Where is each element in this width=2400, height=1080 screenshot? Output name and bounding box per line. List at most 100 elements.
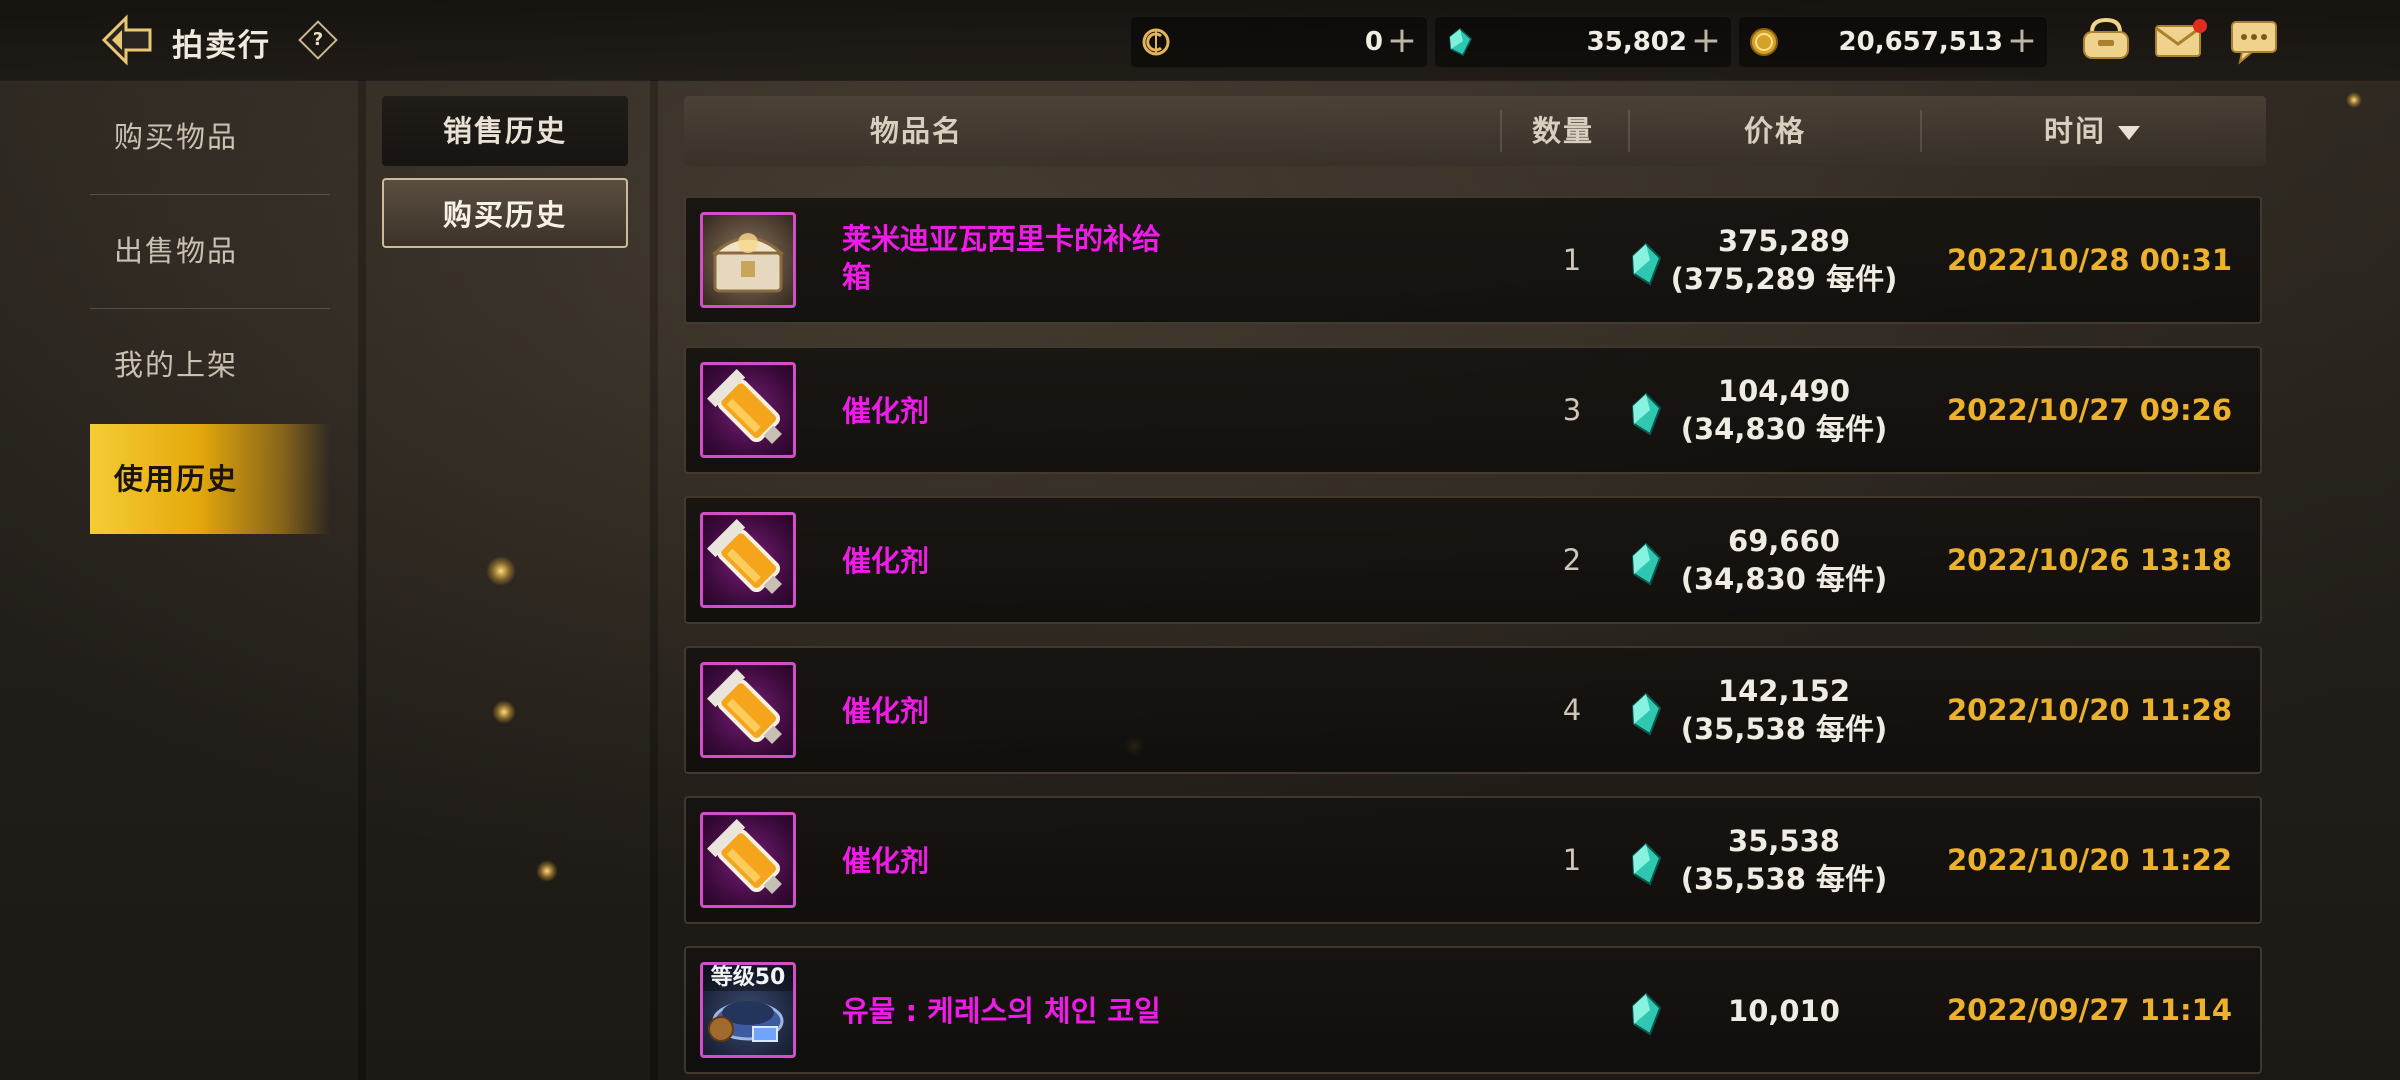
- sidebar-item-my-listings[interactable]: 我的上架: [90, 310, 330, 420]
- inventory-button[interactable]: [2076, 14, 2136, 66]
- table-row[interactable]: 等级50 유물 : 케레스의 체인 코일 10,010 2022/09/27 1…: [684, 946, 2262, 1074]
- item-name-line: 催化剂: [842, 844, 930, 878]
- column-header-price: 价格: [1744, 114, 1807, 148]
- mail-icon: [2155, 19, 2207, 57]
- price-total: 142,152: [1717, 674, 1851, 708]
- chat-button[interactable]: [2224, 14, 2284, 66]
- purchase-time: 2022/10/20 11:28: [1946, 693, 2232, 727]
- tab-purchase-history[interactable]: 购买历史: [382, 178, 628, 248]
- back-arrow-icon: [101, 14, 152, 66]
- help-icon: ?: [312, 29, 324, 50]
- column-header-time-label: 时间: [2044, 114, 2107, 148]
- gold-amount: 20,657,513: [1838, 27, 2003, 57]
- column-header-qty: 数量: [1532, 114, 1595, 148]
- table-row[interactable]: 催化剂 4 142,152 (35,538 每件) 2022/10/20 11:…: [684, 646, 2262, 774]
- sidebar-divider: [90, 194, 330, 195]
- back-button[interactable]: [100, 14, 154, 66]
- add-gold-button[interactable]: +: [2007, 21, 2037, 61]
- item-name: 催化剂: [842, 842, 1202, 880]
- mail-button[interactable]: [2150, 14, 2210, 66]
- add-coupon-button[interactable]: +: [1387, 21, 1417, 61]
- item-name-line: 莱米迪亚瓦西里卡的补给: [842, 222, 1162, 256]
- inventory-bag-icon: [2083, 17, 2129, 59]
- item-price: 375,289 (375,289 每件): [1666, 222, 1902, 298]
- sort-down-icon: [2118, 126, 2141, 140]
- sidebar-item-sell[interactable]: 出售物品: [90, 196, 330, 306]
- gem-icon: [1631, 392, 1662, 436]
- sidebar-item-buy[interactable]: 购买物品: [90, 82, 330, 192]
- gold-coin-icon: [1750, 28, 1778, 56]
- panel-divider: [650, 80, 658, 1080]
- gem-icon: [1449, 28, 1472, 57]
- price-total: 375,289: [1717, 224, 1851, 258]
- sparkle-decoration: [2346, 92, 2362, 108]
- panel-divider: [358, 80, 366, 1080]
- purchase-time: 2022/10/26 13:18: [1946, 543, 2232, 577]
- item-name-line: 催化剂: [842, 394, 930, 428]
- table-row[interactable]: 莱米迪亚瓦西里卡的补给 箱 1 375,289 (375,289 每件) 202…: [684, 196, 2262, 324]
- item-name-line: 유물 : 케레스의 체인 코일: [842, 994, 1161, 1028]
- table-row[interactable]: 催化剂 2 69,660 (34,830 每件) 2022/10/26 13:1…: [684, 496, 2262, 624]
- sidebar-item-label: 购买物品: [114, 120, 239, 154]
- gold-currency-box: 20,657,513 +: [1738, 16, 2048, 68]
- purchase-time: 2022/10/27 09:26: [1946, 393, 2232, 427]
- column-separator: [1628, 110, 1630, 152]
- sparkle-decoration: [486, 556, 516, 586]
- sparkle-decoration: [492, 700, 516, 724]
- price-total: 69,660: [1728, 524, 1840, 558]
- purchase-time: 2022/09/27 11:14: [1946, 993, 2232, 1027]
- item-price: 104,490 (34,830 每件): [1666, 372, 1902, 448]
- sparkle-decoration: [536, 860, 558, 882]
- item-name-line: 催化剂: [842, 694, 930, 728]
- help-button[interactable]: ?: [298, 20, 338, 60]
- table-row[interactable]: 催化剂 1 35,538 (35,538 每件) 2022/10/20 11:2…: [684, 796, 2262, 924]
- coupon-currency-box: 0 +: [1130, 16, 1428, 68]
- price-per-unit: (35,538 每件): [1680, 712, 1888, 746]
- column-header-time[interactable]: 时间: [2044, 96, 2141, 166]
- price-total: 35,538: [1728, 824, 1840, 858]
- chat-icon: [2231, 21, 2277, 65]
- item-price: 69,660 (34,830 每件): [1666, 522, 1902, 598]
- catalyst-vial-icon: [700, 362, 796, 458]
- item-name-line: 箱: [842, 260, 872, 294]
- gem-icon: [1631, 992, 1662, 1036]
- item-price: 35,538 (35,538 每件): [1666, 822, 1902, 898]
- gem-icon: [1631, 692, 1662, 736]
- purchase-time: 2022/10/28 00:31: [1946, 243, 2232, 277]
- table-header: 物品名 数量 价格 时间: [684, 96, 2266, 166]
- item-quantity: 3: [1562, 393, 1582, 427]
- item-quantity: 2: [1562, 543, 1582, 577]
- price-per-unit: (35,538 每件): [1680, 862, 1888, 896]
- price-per-unit: (375,289 每件): [1670, 262, 1898, 296]
- page-title: 拍卖行: [172, 28, 271, 64]
- item-quantity: 1: [1562, 843, 1582, 877]
- column-separator: [1500, 110, 1502, 152]
- level-badge: 等级50: [703, 965, 793, 991]
- item-name: 催化剂: [842, 542, 1202, 580]
- column-header-name: 物品名: [870, 114, 964, 148]
- item-name: 유물 : 케레스의 체인 코일: [842, 992, 1322, 1030]
- item-name: 催化剂: [842, 392, 1202, 430]
- price-per-unit: (34,830 每件): [1680, 562, 1888, 596]
- gem-icon: [1631, 842, 1662, 886]
- add-gem-button[interactable]: +: [1691, 21, 1721, 61]
- gem-currency-box: 35,802 +: [1434, 16, 1732, 68]
- item-price: 10,010: [1666, 992, 1902, 1030]
- sidebar-item-history[interactable]: 使用历史: [90, 424, 330, 534]
- sidebar-item-label: 我的上架: [114, 348, 239, 382]
- sidebar-item-label: 使用历史: [114, 462, 239, 496]
- purchase-time: 2022/10/20 11:22: [1946, 843, 2232, 877]
- gem-icon: [1631, 242, 1662, 286]
- sidebar-divider: [90, 308, 330, 309]
- tab-sales-history[interactable]: 销售历史: [382, 96, 628, 166]
- gem-amount: 35,802: [1586, 27, 1687, 57]
- catalyst-vial-icon: [700, 662, 796, 758]
- relic-chain-coil-icon: 等级50: [700, 962, 796, 1058]
- table-row[interactable]: 催化剂 3 104,490 (34,830 每件) 2022/10/27 09:…: [684, 346, 2262, 474]
- top-bar: 拍卖行 ? 0 + 35,802 + 20,657,513 +: [0, 0, 2400, 81]
- catalyst-vial-icon: [700, 512, 796, 608]
- price-total: 10,010: [1728, 994, 1840, 1028]
- item-name: 莱米迪亚瓦西里卡的补给 箱: [842, 220, 1202, 296]
- column-separator: [1920, 110, 1922, 152]
- item-name: 催化剂: [842, 692, 1202, 730]
